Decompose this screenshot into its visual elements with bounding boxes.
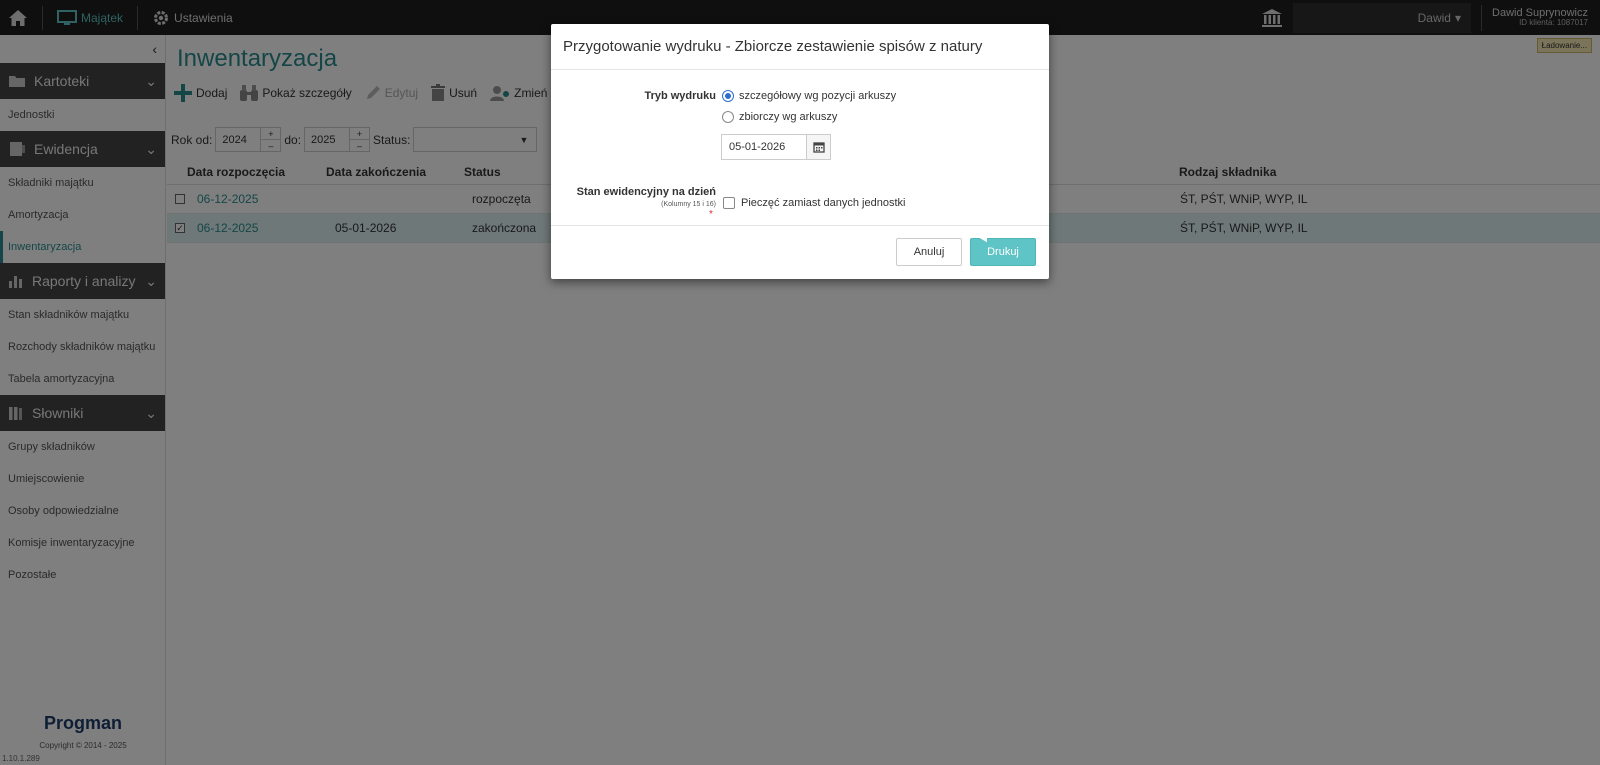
radio-detailed[interactable]: szczegółowy wg pozycji arkuszy	[722, 90, 896, 102]
radio-detailed-label: szczegółowy wg pozycji arkuszy	[739, 90, 897, 102]
checkbox-unchecked-icon	[723, 197, 735, 209]
print-dialog: Przygotowanie wydruku - Zbiorcze zestawi…	[551, 24, 1049, 279]
required-mark: *	[709, 209, 713, 220]
date-value[interactable]: 05-01-2026	[722, 135, 806, 159]
dialog-title: Przygotowanie wydruku - Zbiorcze zestawi…	[551, 24, 1049, 70]
radio-summary-label: zbiorczy wg arkuszy	[739, 111, 838, 123]
cancel-button[interactable]: Anuluj	[896, 238, 962, 266]
dialog-body: Tryb wydruku szczegółowy wg pozycji arku…	[551, 70, 1049, 226]
date-field[interactable]: 05-01-2026	[721, 134, 831, 160]
date-sublabel: (Kolumny 15 i 16)	[661, 201, 716, 208]
radio-unselected-icon	[722, 111, 734, 123]
calendar-button[interactable]	[806, 135, 830, 159]
radio-selected-icon	[722, 90, 734, 102]
stamp-label: Pieczęć zamiast danych jednostki	[741, 197, 906, 209]
stamp-checkbox[interactable]: Pieczęć zamiast danych jednostki	[723, 197, 905, 209]
print-mode-label: Tryb wydruku	[644, 90, 716, 102]
date-label: Stan ewidencyjny na dzień	[576, 186, 716, 198]
radio-summary[interactable]: zbiorczy wg arkuszy	[722, 111, 837, 123]
dialog-footer: Anuluj Drukuj	[551, 226, 1049, 279]
calendar-icon	[812, 142, 825, 153]
